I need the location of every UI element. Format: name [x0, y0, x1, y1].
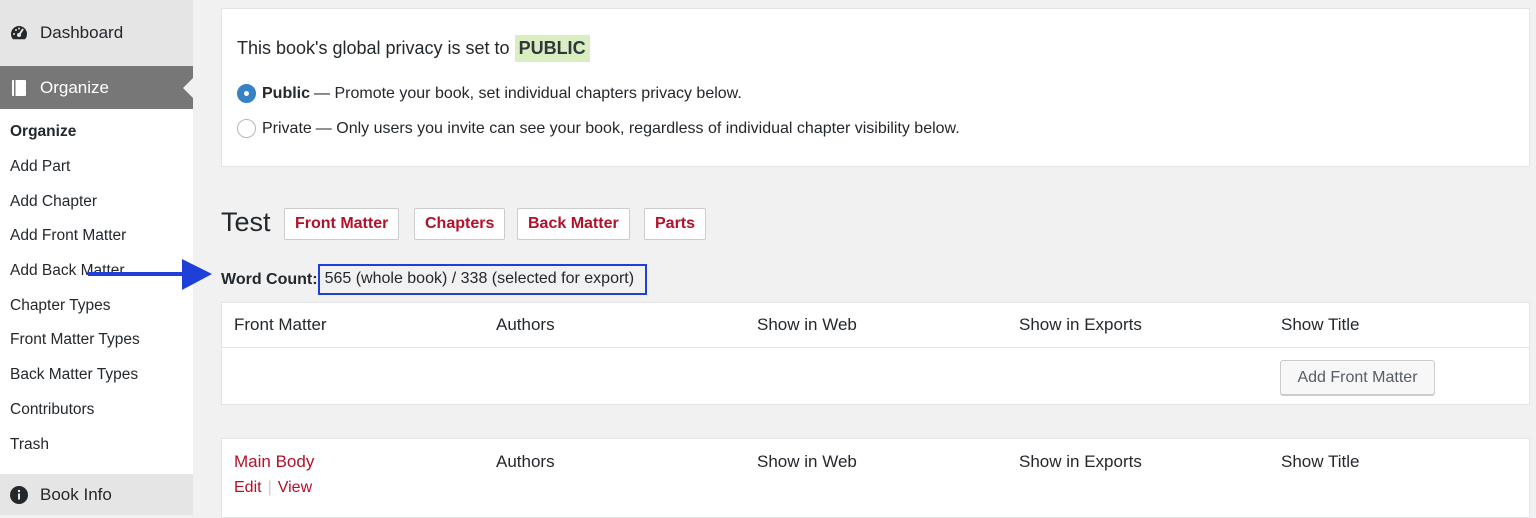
main-body-title-link[interactable]: Main Body — [234, 452, 314, 472]
word-count-value: 565 (whole book) / 338 (selected for exp… — [317, 264, 648, 295]
menu-organize-label: Organize — [40, 77, 109, 97]
action-separator: | — [267, 479, 272, 496]
submenu-item-front-matter-types[interactable]: Front Matter Types — [0, 323, 193, 358]
public-option[interactable]: Public — Promote your book, set individu… — [237, 84, 742, 103]
private-option-description: — Only users you invite can see your boo… — [315, 119, 960, 137]
word-count-label: Word Count: — [221, 270, 318, 288]
privacy-panel: This book's global privacy is set to PUB… — [221, 8, 1530, 167]
submenu-item-organize[interactable]: Organize — [0, 115, 193, 150]
submenu-item-back-matter-types[interactable]: Back Matter Types — [0, 358, 193, 393]
menu-book-info[interactable]: Book Info — [0, 474, 193, 515]
book-title: Test — [221, 207, 271, 237]
public-option-description: — Promote your book, set individual chap… — [314, 84, 742, 102]
column-authors: Authors — [496, 315, 555, 334]
edit-link[interactable]: Edit — [234, 479, 262, 497]
private-option-label: Private — [262, 119, 312, 137]
privacy-heading: This book's global privacy is set to PUB… — [237, 35, 590, 62]
submenu-item-chapter-types[interactable]: Chapter Types — [0, 288, 193, 323]
dashboard-icon — [8, 22, 30, 44]
admin-sidebar: Dashboard Organize Organize Add Part Add… — [0, 0, 193, 515]
private-radio[interactable] — [237, 119, 256, 138]
column-show-in-web: Show in Web — [757, 315, 857, 334]
private-option[interactable]: Private — Only users you invite can see … — [237, 119, 960, 138]
public-status-badge: PUBLIC — [514, 35, 590, 62]
book-icon — [8, 77, 30, 99]
menu-dashboard-label: Dashboard — [40, 23, 124, 42]
front-matter-table-header: Front Matter Authors Show in Web Show in… — [222, 303, 1529, 348]
submenu-item-trash[interactable]: Trash — [0, 427, 193, 462]
column-show-title: Show Title — [1281, 452, 1360, 471]
annotation-arrow-icon — [88, 259, 212, 290]
front-matter-jump-button[interactable]: Front Matter — [284, 208, 400, 240]
public-radio[interactable] — [237, 84, 256, 103]
column-show-in-exports: Show in Exports — [1019, 452, 1142, 471]
submenu-item-add-chapter[interactable]: Add Chapter — [0, 184, 193, 219]
column-show-in-web: Show in Web — [757, 452, 857, 471]
current-menu-pointer — [183, 78, 193, 98]
menu-dashboard[interactable]: Dashboard — [0, 0, 193, 66]
public-option-label: Public — [262, 84, 311, 102]
submenu-item-contributors[interactable]: Contributors — [0, 393, 193, 428]
main-body-table: Main Body Authors Show in Web Show in Ex… — [221, 438, 1530, 518]
privacy-title-text: This book's global privacy is set to — [237, 38, 510, 58]
submenu-item-add-part[interactable]: Add Part — [0, 150, 193, 185]
menu-book-info-label: Book Info — [40, 484, 112, 504]
submenu-item-add-front-matter[interactable]: Add Front Matter — [0, 219, 193, 254]
add-front-matter-button[interactable]: Add Front Matter — [1280, 360, 1435, 395]
main-body-table-header: Main Body Authors Show in Web Show in Ex… — [222, 439, 1529, 485]
word-count: Word Count: 565 (whole book) / 338 (sele… — [221, 264, 648, 295]
column-show-title: Show Title — [1281, 315, 1360, 334]
main-body-row-actions: Edit | View — [234, 479, 312, 497]
front-matter-table: Front Matter Authors Show in Web Show in… — [221, 302, 1530, 405]
view-link[interactable]: View — [278, 479, 312, 497]
column-authors: Authors — [496, 452, 555, 471]
chapters-jump-button[interactable]: Chapters — [414, 208, 506, 240]
back-matter-jump-button[interactable]: Back Matter — [517, 208, 630, 240]
menu-organize[interactable]: Organize — [0, 66, 193, 109]
column-front-matter: Front Matter — [234, 315, 327, 334]
info-icon — [8, 484, 30, 506]
parts-jump-button[interactable]: Parts — [644, 208, 707, 240]
column-show-in-exports: Show in Exports — [1019, 315, 1142, 334]
